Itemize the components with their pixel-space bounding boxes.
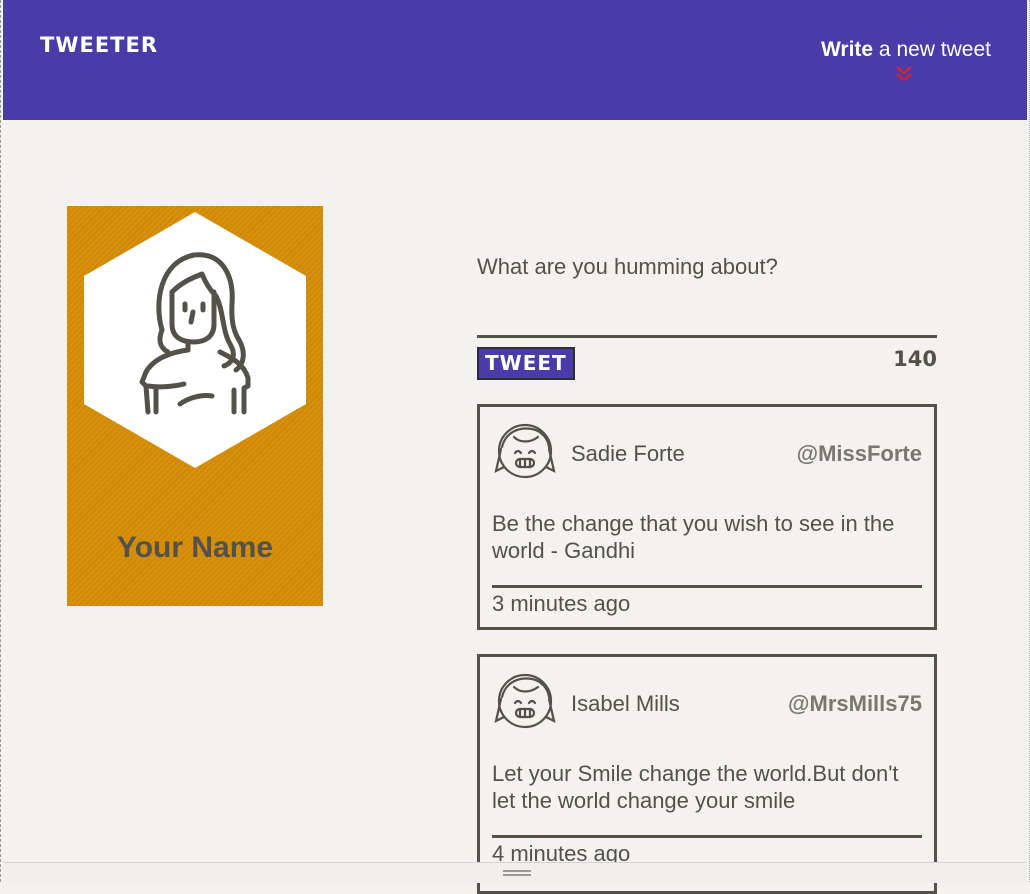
tweet-timestamp: 3 minutes ago bbox=[492, 591, 631, 616]
tweet-author-handle[interactable]: @MissForte bbox=[797, 441, 922, 467]
compose-link-rest: a new tweet bbox=[873, 38, 991, 61]
tweet-card: Isabel Mills @MrsMills75 Let your Smile … bbox=[477, 654, 937, 894]
girl-avatar-icon bbox=[84, 212, 306, 468]
tweet-composer: TWEET 140 bbox=[477, 250, 937, 380]
window-left-edge bbox=[0, 0, 2, 882]
tweet-submit-button[interactable]: TWEET bbox=[477, 347, 575, 380]
brand-logo[interactable]: TWEETER bbox=[40, 33, 158, 57]
tweet-input[interactable] bbox=[477, 250, 937, 338]
tweet-divider bbox=[492, 835, 922, 838]
resize-bar[interactable] bbox=[3, 862, 1027, 883]
smiling-girl-avatar-icon bbox=[494, 673, 556, 729]
resize-grip-icon[interactable] bbox=[503, 870, 531, 876]
char-counter: 140 bbox=[893, 347, 937, 371]
tweet-author-name: Sadie Forte bbox=[571, 441, 685, 466]
tweet-author-name: Isabel Mills bbox=[571, 691, 680, 716]
smiling-girl-avatar-icon bbox=[494, 423, 556, 479]
tweet-text: Be the change that you wish to see in th… bbox=[492, 511, 895, 563]
compose-link-bold: Write bbox=[820, 38, 874, 61]
tweet-card: Sadie Forte @MissForte Be the change tha… bbox=[477, 404, 937, 630]
tweet-text: Let your Smile change the world.But don'… bbox=[492, 761, 899, 813]
profile-card: Your Name bbox=[67, 206, 323, 606]
tweet-author-handle[interactable]: @MrsMills75 bbox=[788, 691, 922, 717]
double-chevron-down-icon[interactable] bbox=[894, 64, 914, 84]
profile-name: Your Name bbox=[116, 531, 274, 564]
top-nav: TWEETER Write a new tweet bbox=[3, 0, 1027, 120]
tweet-divider bbox=[492, 585, 922, 588]
write-new-tweet-link[interactable]: Write a new tweet bbox=[821, 38, 991, 62]
